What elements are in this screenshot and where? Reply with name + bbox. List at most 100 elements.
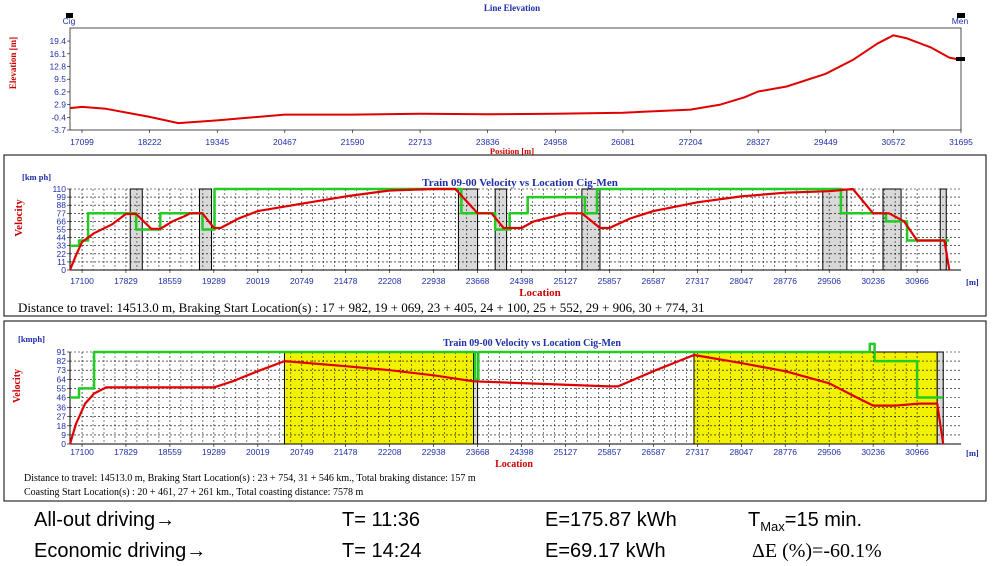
economic-title: Train 09-00 Velocity vs Location Cig-Men (443, 338, 621, 349)
elevation-title: Line Elevation (484, 3, 540, 13)
start-marker (66, 13, 73, 18)
summary-mode-allout: All-out driving→ (34, 509, 175, 531)
summary-energy-economic: E=69.17 kWh (545, 540, 666, 562)
y-tick-label: 12.8 (49, 61, 66, 71)
x-tick-label: 24398 (510, 447, 534, 457)
summary-time-economic: T= 14:24 (342, 540, 422, 562)
y-tick-label: 82 (57, 356, 67, 366)
economic-xlabel: Location (495, 459, 533, 470)
x-tick-label: 29506 (817, 276, 841, 286)
summary-mode-allout-text: All-out driving (34, 509, 155, 531)
y-tick-label: 2.9 (54, 100, 66, 110)
y-tick-label: 55 (57, 383, 67, 393)
allout-x-unit: [m] (966, 277, 979, 287)
allout-title: Train 09-00 Velocity vs Location Cig-Men (422, 177, 618, 189)
x-tick-label: 20749 (290, 276, 314, 286)
economic-info-line-1: Distance to travel: 14513.0 m, Braking S… (24, 473, 476, 484)
elevation-chart: Line Elevation Cig Men 17099 18222 19345 20… (8, 3, 973, 156)
x-tick-label: 22713 (408, 137, 432, 147)
x-tick-label: 29449 (814, 137, 838, 147)
x-tick-label: 21478 (334, 447, 358, 457)
y-tick-label: 18 (57, 421, 67, 431)
x-tick-label: 31695 (949, 137, 973, 147)
x-tick-label: 21478 (334, 276, 358, 286)
economic-ylabel: Velocity (12, 369, 23, 403)
x-tick-label: 17099 (70, 137, 94, 147)
x-tick-label: 23668 (466, 447, 490, 457)
x-tick-label: 28776 (773, 447, 797, 457)
y-tick-label: 91 (57, 347, 67, 357)
x-tick-label: 30966 (905, 276, 929, 286)
x-tick-label: 17100 (70, 276, 94, 286)
x-tick-label: 22208 (378, 276, 402, 286)
x-tick-label: 25127 (554, 276, 578, 286)
x-tick-label: 30236 (861, 276, 885, 286)
x-tick-label: 30572 (882, 137, 906, 147)
elevation-ylabel: Elevation [m] (8, 37, 18, 89)
figure-canvas: Line Elevation Cig Men 17099 18222 19345 20… (3, 3, 987, 562)
allout-ylabel: Velocity (13, 199, 25, 237)
x-tick-label: 24398 (510, 276, 534, 286)
summary-tmax-value: =15 min. (785, 509, 862, 531)
x-tick-label: 17829 (114, 276, 138, 286)
x-tick-label: 20749 (290, 447, 314, 457)
end-elevation-marker (956, 57, 965, 61)
allout-velocity-chart: Train 09-00 Velocity vs Location Cig-Men… (3, 154, 987, 317)
allout-xlabel: Location (519, 287, 561, 299)
summary-energy-allout: E=175.87 kWh (545, 509, 677, 531)
y-tick-label: 46 (57, 392, 67, 402)
x-tick-label: 27317 (686, 276, 710, 286)
x-tick-label: 27317 (686, 447, 710, 457)
summary-mode-economic: Economic driving→ (34, 540, 206, 562)
x-tick-label: 28327 (746, 137, 770, 147)
arrow-icon: → (155, 509, 175, 531)
y-tick-label: 73 (57, 365, 67, 375)
x-tick-label: 28776 (773, 276, 797, 286)
y-tick-label: 110 (52, 184, 66, 194)
allout-y-unit: [km ph] (22, 172, 51, 182)
x-tick-label: 26587 (642, 447, 666, 457)
allout-info-line: Distance to travel: 14513.0 m, Braking S… (18, 300, 704, 315)
x-tick-label: 20467 (273, 137, 297, 147)
x-tick-label: 17100 (70, 447, 94, 457)
x-tick-label: 18222 (138, 137, 162, 147)
summary-mode-economic-text: Economic driving (34, 540, 186, 562)
x-tick-label: 22938 (422, 276, 446, 286)
x-tick-label: 19345 (205, 137, 229, 147)
x-tick-label: 18559 (158, 447, 182, 457)
x-tick-label: 29506 (817, 447, 841, 457)
summary-delta-energy: ΔE (%)=-60.1% (752, 540, 882, 562)
x-tick-label: 26587 (642, 276, 666, 286)
y-tick-label: 64 (57, 374, 67, 384)
y-tick-label: 19.4 (49, 36, 66, 46)
economic-y-unit: [kmph] (18, 334, 45, 344)
summary-table: All-out driving→ T= 11:36 E=175.87 kWh T… (34, 509, 882, 562)
elevation-y-ticks: -3.7 -0.4 2.9 6.2 9.5 12.8 16.1 19.4 (49, 36, 70, 135)
x-tick-label: 28047 (729, 276, 753, 286)
summary-tmax-t: T (748, 509, 760, 531)
elevation-x-ticks: 17099 18222 19345 20467 21590 22713 23836 24958… (70, 130, 973, 147)
summary-tmax: TMax=15 min. (748, 509, 862, 534)
economic-velocity-chart: Train 09-00 Velocity vs Location Cig-Men… (3, 320, 987, 502)
arrow-icon: → (186, 540, 206, 562)
y-tick-label: -0.4 (51, 112, 66, 122)
y-tick-label: 9 (61, 430, 66, 440)
x-tick-label: 28047 (729, 447, 753, 457)
x-tick-label: 20019 (246, 447, 270, 457)
end-marker (957, 13, 965, 18)
y-tick-label: 9.5 (54, 74, 66, 84)
x-tick-label: 17829 (114, 447, 138, 457)
economic-info-line-2: Coasting Start Location(s) : 20 + 461, 2… (24, 487, 363, 498)
y-tick-label: -3.7 (51, 125, 66, 135)
y-tick-label: 6.2 (54, 87, 66, 97)
x-tick-label: 26081 (611, 137, 635, 147)
x-tick-label: 18559 (158, 276, 182, 286)
y-tick-label: 36 (57, 403, 67, 413)
y-tick-label: 27 (57, 412, 67, 422)
x-tick-label: 20019 (246, 276, 270, 286)
x-tick-label: 19289 (202, 447, 226, 457)
x-tick-label: 30966 (905, 447, 929, 457)
x-tick-label: 25857 (598, 276, 622, 286)
x-tick-label: 27204 (679, 137, 703, 147)
summary-tmax-sub: Max (760, 519, 785, 534)
